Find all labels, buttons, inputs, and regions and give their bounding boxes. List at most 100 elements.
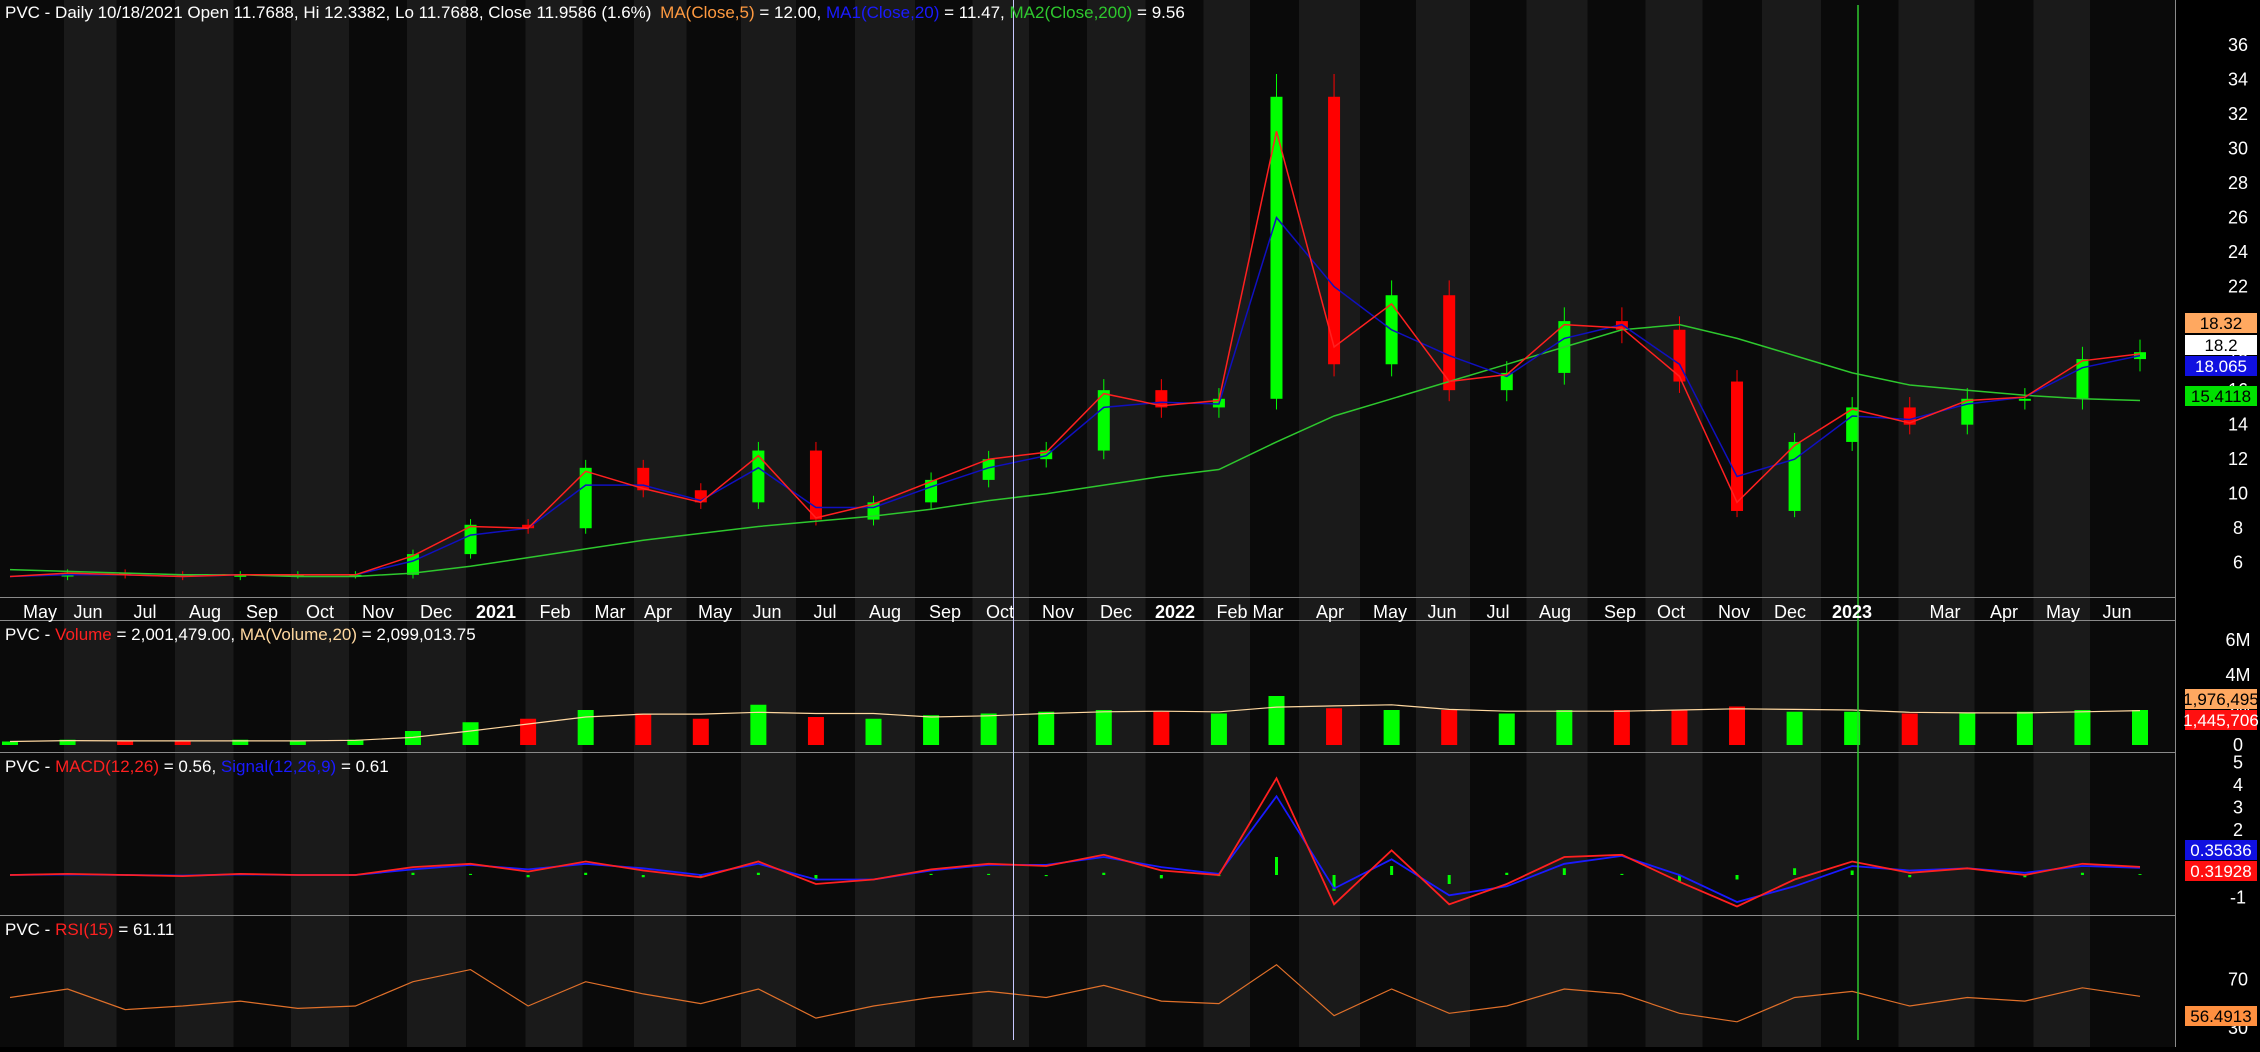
volume-bar <box>865 718 882 745</box>
macd-y-tick: 4 <box>2233 775 2243 795</box>
month-label: Mar <box>595 602 626 622</box>
volume-header-symbol: PVC - <box>5 625 55 644</box>
month-band <box>634 0 687 1047</box>
volume-bar <box>923 715 940 745</box>
month-bands <box>0 0 2175 1047</box>
month-label: Jun <box>752 602 781 622</box>
month-label: Dec <box>1100 602 1132 622</box>
month-label: Oct <box>306 602 334 622</box>
rsi-value: = 61.11 <box>114 920 175 939</box>
volume-pane-header: PVC - Volume = 2,001,479.00, MA(Volume,2… <box>5 625 476 644</box>
price-header-symbol: PVC - Daily 10/18/2021 Open 11.7688, Hi … <box>5 3 651 22</box>
volume-bar <box>1786 711 1803 745</box>
macd-y-tick: 5 <box>2233 753 2243 773</box>
month-label: Feb <box>1216 602 1247 622</box>
volume-bar <box>117 741 134 745</box>
price-y-tick: 34 <box>2228 70 2248 90</box>
month-band <box>855 0 915 1047</box>
price-y-tick: 30 <box>2228 139 2248 159</box>
month-label: 2023 <box>1832 602 1872 622</box>
price-badge-text: 15.4118 <box>2191 387 2251 406</box>
month-band <box>116 0 175 1047</box>
stock-chart[interactable]: May Jun Jul Aug Sep Oct Nov Dec 2021 Feb Mar Apr May… <box>0 0 2260 1047</box>
macd-label: MACD(12,26) <box>55 757 159 776</box>
month-label: May <box>1373 602 1407 622</box>
macd-badge-text: 0.31928 <box>2190 862 2251 881</box>
month-label: Jun <box>1427 602 1456 622</box>
volume-bar <box>1729 706 1746 745</box>
month-band <box>915 0 973 1047</box>
month-label: Aug <box>869 602 901 622</box>
month-label: Oct <box>986 602 1014 622</box>
month-label: Apr <box>1990 602 2018 622</box>
month-label: Dec <box>1774 602 1806 622</box>
month-label: Aug <box>1539 602 1571 622</box>
month-label: Sep <box>929 602 961 622</box>
signal-value: = 0.61 <box>336 757 388 776</box>
price-pane-header: PVC - Daily 10/18/2021 Open 11.7688, Hi … <box>5 3 1185 22</box>
month-band <box>1416 0 1470 1047</box>
macd-header-symbol: PVC - <box>5 757 55 776</box>
month-band <box>1974 0 2034 1047</box>
candle-body <box>1328 96 1341 365</box>
volume-bar <box>2132 710 2148 745</box>
volume-bar <box>1556 710 1573 745</box>
candle-body <box>1788 441 1801 511</box>
volume-y-tick: 6M <box>2225 630 2250 650</box>
volume-bar <box>980 713 997 745</box>
month-band <box>466 0 526 1047</box>
volume-ma-value: = 2,099,013.75 <box>357 625 476 644</box>
month-band <box>291 0 349 1047</box>
month-label: Nov <box>362 602 394 622</box>
month-band <box>1526 0 1588 1047</box>
month-band <box>64 0 117 1047</box>
volume-bar <box>2074 710 2091 745</box>
volume-bar <box>1383 710 1400 745</box>
ma200-label: MA2(Close,200) <box>1010 3 1133 22</box>
month-label: 2021 <box>476 602 516 622</box>
candle-body <box>2076 359 2089 399</box>
volume-bar <box>750 704 767 745</box>
volume-bar <box>807 717 824 745</box>
volume-bar <box>1959 713 1976 745</box>
volume-bar <box>462 722 479 745</box>
ma5-label: MA(Close,5) <box>660 3 754 22</box>
volume-bar <box>520 718 537 745</box>
rsi-pane-header: PVC - RSI(15) = 61.11 <box>5 920 174 939</box>
chart-window: May Jun Jul Aug Sep Oct Nov Dec 2021 Feb Mar Apr May… <box>0 0 2260 1047</box>
volume-bar <box>174 741 191 745</box>
month-band <box>1029 0 1087 1047</box>
candle-body <box>809 450 822 520</box>
candle-body <box>579 467 592 529</box>
month-label: Sep <box>246 602 278 622</box>
price-y-tick: 12 <box>2228 449 2248 469</box>
month-label: 2022 <box>1155 602 1195 622</box>
volume-bar <box>2 741 18 745</box>
price-y-tick: 26 <box>2228 208 2248 228</box>
price-y-tick: 14 <box>2228 415 2248 435</box>
rsi-y-tick: 70 <box>2228 969 2248 989</box>
month-label: Apr <box>644 602 672 622</box>
volume-bar <box>2016 711 2033 745</box>
volume-bar <box>692 718 709 745</box>
price-y-tick: 8 <box>2233 518 2243 538</box>
price-y-tick: 6 <box>2233 553 2243 573</box>
month-band <box>349 0 407 1047</box>
month-band <box>1821 0 1899 1047</box>
month-label: Jun <box>2102 602 2131 622</box>
volume-bar <box>635 713 652 745</box>
price-badge-text: 18.2 <box>2204 336 2237 355</box>
price-y-tick: 36 <box>2228 35 2248 55</box>
price-y-tick: 22 <box>2228 277 2248 297</box>
month-label: May <box>2046 602 2080 622</box>
month-band <box>233 0 291 1047</box>
macd-y-tick: 2 <box>2233 820 2243 840</box>
month-band <box>2033 0 2090 1047</box>
volume-label: Volume <box>55 625 112 644</box>
month-label: Mar <box>1930 602 1961 622</box>
month-label: Apr <box>1316 602 1344 622</box>
signal-label: Signal(12,26,9) <box>221 757 336 776</box>
volume-bar <box>1153 711 1170 745</box>
volume-bar <box>577 710 594 745</box>
macd-pane-header: PVC - MACD(12,26) = 0.56, Signal(12,26,9… <box>5 757 389 776</box>
